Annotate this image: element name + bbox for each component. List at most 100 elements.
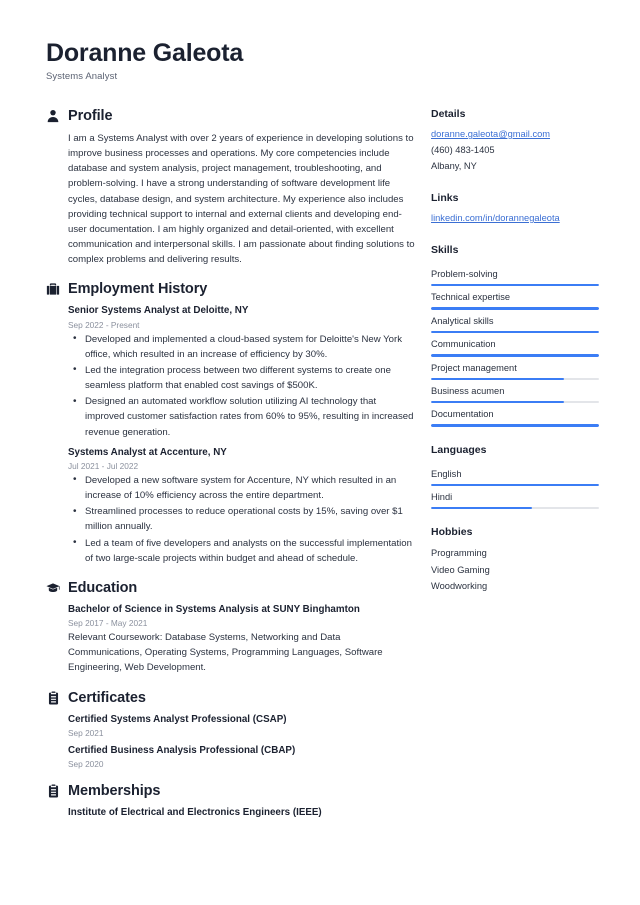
- certificate-entry: Certified Business Analysis Professional…: [68, 744, 416, 769]
- email-link[interactable]: doranne.galeota@gmail.com: [431, 127, 599, 143]
- employment-entry-date: Jul 2021 - Jul 2022: [68, 460, 139, 471]
- membership-entry: Institute of Electrical and Electronics …: [68, 806, 416, 820]
- hobby-item: Programming: [431, 548, 487, 559]
- list-item: Designed an automated workflow solution …: [68, 394, 416, 439]
- section-certificates: Certificates Certified Systems Analyst P…: [46, 690, 416, 769]
- profile-text: I am a Systems Analyst with over 2 years…: [68, 133, 415, 266]
- candidate-job-title: Systems Analyst: [46, 71, 118, 82]
- list-item: Developed and implemented a cloud-based …: [68, 331, 416, 362]
- section-body-profile: I am a Systems Analyst with over 2 years…: [46, 131, 416, 267]
- language-label: English: [431, 468, 462, 479]
- skill-item: Documentation: [431, 403, 599, 427]
- section-header-employment: Employment History: [46, 281, 416, 297]
- sidebar-block-hobbies: Hobbies Programming Video Gaming Woodwor…: [431, 526, 599, 594]
- language-level-track: [431, 507, 599, 510]
- skill-label: Communication: [431, 339, 496, 350]
- list-item: Developed a new software system for Acce…: [68, 472, 416, 503]
- sidebar-title-languages: Languages: [431, 443, 487, 456]
- sidebar-title-links: Links: [431, 191, 459, 204]
- section-title-memberships: Memberships: [68, 782, 161, 799]
- skill-item: Project management: [431, 357, 599, 380]
- skill-item: Technical expertise: [431, 286, 599, 310]
- resume-header: Doranne Galeota Systems Analyst: [46, 38, 594, 82]
- section-memberships: Memberships Institute of Electrical and …: [46, 783, 416, 820]
- resume-page: Doranne Galeota Systems Analyst Profile: [0, 0, 640, 834]
- graduation-cap-icon: [46, 581, 60, 595]
- resume-columns: Profile I am a Systems Analyst with over…: [46, 108, 599, 834]
- section-header-profile: Profile: [46, 108, 416, 124]
- education-entry-date: Sep 2017 - May 2021: [68, 618, 148, 629]
- section-title-certificates: Certificates: [68, 689, 146, 706]
- section-header-education: Education: [46, 580, 416, 596]
- person-icon: [46, 109, 60, 123]
- hobby-item: Woodworking: [431, 580, 488, 591]
- skill-level-fill: [431, 424, 599, 427]
- employment-entry-title: Systems Analyst at Accenture, NY: [68, 446, 227, 458]
- sidebar-block-details: Details doranne.galeota@gmail.com (460) …: [431, 108, 599, 175]
- sidebar-column: Details doranne.galeota@gmail.com (460) …: [431, 108, 599, 611]
- list-item: Led a team of five developers and analys…: [68, 535, 416, 566]
- employment-entry: Systems Analyst at Accenture, NY Jul 202…: [68, 446, 416, 566]
- skill-item: Analytical skills: [431, 310, 599, 334]
- section-body-education: Bachelor of Science in Systems Analysis …: [46, 603, 416, 676]
- certificate-entry-date: Sep 2020: [68, 758, 104, 769]
- section-employment: Employment History Senior Systems Analys…: [46, 281, 416, 565]
- education-entry-description: Relevant Coursework: Database Systems, N…: [68, 632, 383, 674]
- sidebar-block-skills: Skills Problem-solving Technical experti…: [431, 244, 599, 427]
- skill-label: Documentation: [431, 409, 494, 420]
- section-body-employment: Senior Systems Analyst at Deloitte, NY S…: [46, 304, 416, 565]
- employment-entry-title: Senior Systems Analyst at Deloitte, NY: [68, 305, 249, 317]
- certificate-entry-title: Certified Business Analysis Professional…: [68, 744, 296, 756]
- sidebar-block-languages: Languages English Hindi: [431, 444, 599, 510]
- sidebar-block-links: Links linkedin.com/in/dorannegaleota: [431, 192, 599, 227]
- education-entry-title: Bachelor of Science in Systems Analysis …: [68, 603, 360, 615]
- membership-entry-title: Institute of Electrical and Electronics …: [68, 806, 322, 818]
- employment-entry-bullets: Developed and implemented a cloud-based …: [68, 331, 416, 440]
- section-profile: Profile I am a Systems Analyst with over…: [46, 108, 416, 267]
- briefcase-icon: [46, 282, 60, 296]
- section-header-memberships: Memberships: [46, 783, 416, 799]
- skill-item: Problem-solving: [431, 263, 599, 287]
- phone-number: (460) 483-1405: [431, 144, 495, 155]
- employment-entry: Senior Systems Analyst at Deloitte, NY S…: [68, 304, 416, 439]
- skill-label: Technical expertise: [431, 292, 511, 303]
- employment-entry-date: Sep 2022 - Present: [68, 319, 140, 330]
- section-title-education: Education: [68, 579, 138, 596]
- skill-item: Communication: [431, 333, 599, 357]
- language-item: Hindi: [431, 486, 599, 510]
- section-body-memberships: Institute of Electrical and Electronics …: [46, 806, 416, 820]
- hobby-item: Video Gaming: [431, 564, 490, 575]
- language-level-fill: [431, 507, 532, 510]
- sidebar-title-hobbies: Hobbies: [431, 526, 473, 539]
- list-item: Led the integration process between two …: [68, 362, 416, 393]
- clipboard-icon: [46, 784, 60, 798]
- skills-list: Problem-solving Technical expertise Anal…: [431, 263, 599, 427]
- education-entry: Bachelor of Science in Systems Analysis …: [68, 603, 416, 676]
- skill-label: Problem-solving: [431, 268, 498, 279]
- skill-label: Analytical skills: [431, 315, 494, 326]
- section-body-certificates: Certified Systems Analyst Professional (…: [46, 713, 416, 769]
- clipboard-icon: [46, 691, 60, 705]
- section-title-employment: Employment History: [68, 281, 208, 298]
- skill-level-track: [431, 424, 599, 427]
- location: Albany, NY: [431, 160, 477, 171]
- employment-entry-bullets: Developed a new software system for Acce…: [68, 472, 416, 566]
- language-item: English: [431, 463, 599, 487]
- section-header-certificates: Certificates: [46, 690, 416, 706]
- languages-list: English Hindi: [431, 463, 599, 510]
- skill-label: Project management: [431, 362, 517, 373]
- sidebar-title-skills: Skills: [431, 243, 459, 256]
- linkedin-link[interactable]: linkedin.com/in/dorannegaleota: [431, 211, 599, 227]
- language-label: Hindi: [431, 492, 453, 503]
- certificate-entry-title: Certified Systems Analyst Professional (…: [68, 713, 287, 725]
- skill-label: Business acumen: [431, 385, 505, 396]
- certificate-entry-date: Sep 2021: [68, 727, 104, 738]
- candidate-name: Doranne Galeota: [46, 39, 244, 67]
- section-title-profile: Profile: [68, 108, 113, 124]
- list-item: Streamlined processes to reduce operatio…: [68, 504, 416, 534]
- skill-item: Business acumen: [431, 380, 599, 404]
- sidebar-title-details: Details: [431, 108, 466, 120]
- certificate-entry: Certified Systems Analyst Professional (…: [68, 713, 416, 738]
- section-education: Education Bachelor of Science in Systems…: [46, 580, 416, 676]
- main-column: Profile I am a Systems Analyst with over…: [46, 108, 416, 834]
